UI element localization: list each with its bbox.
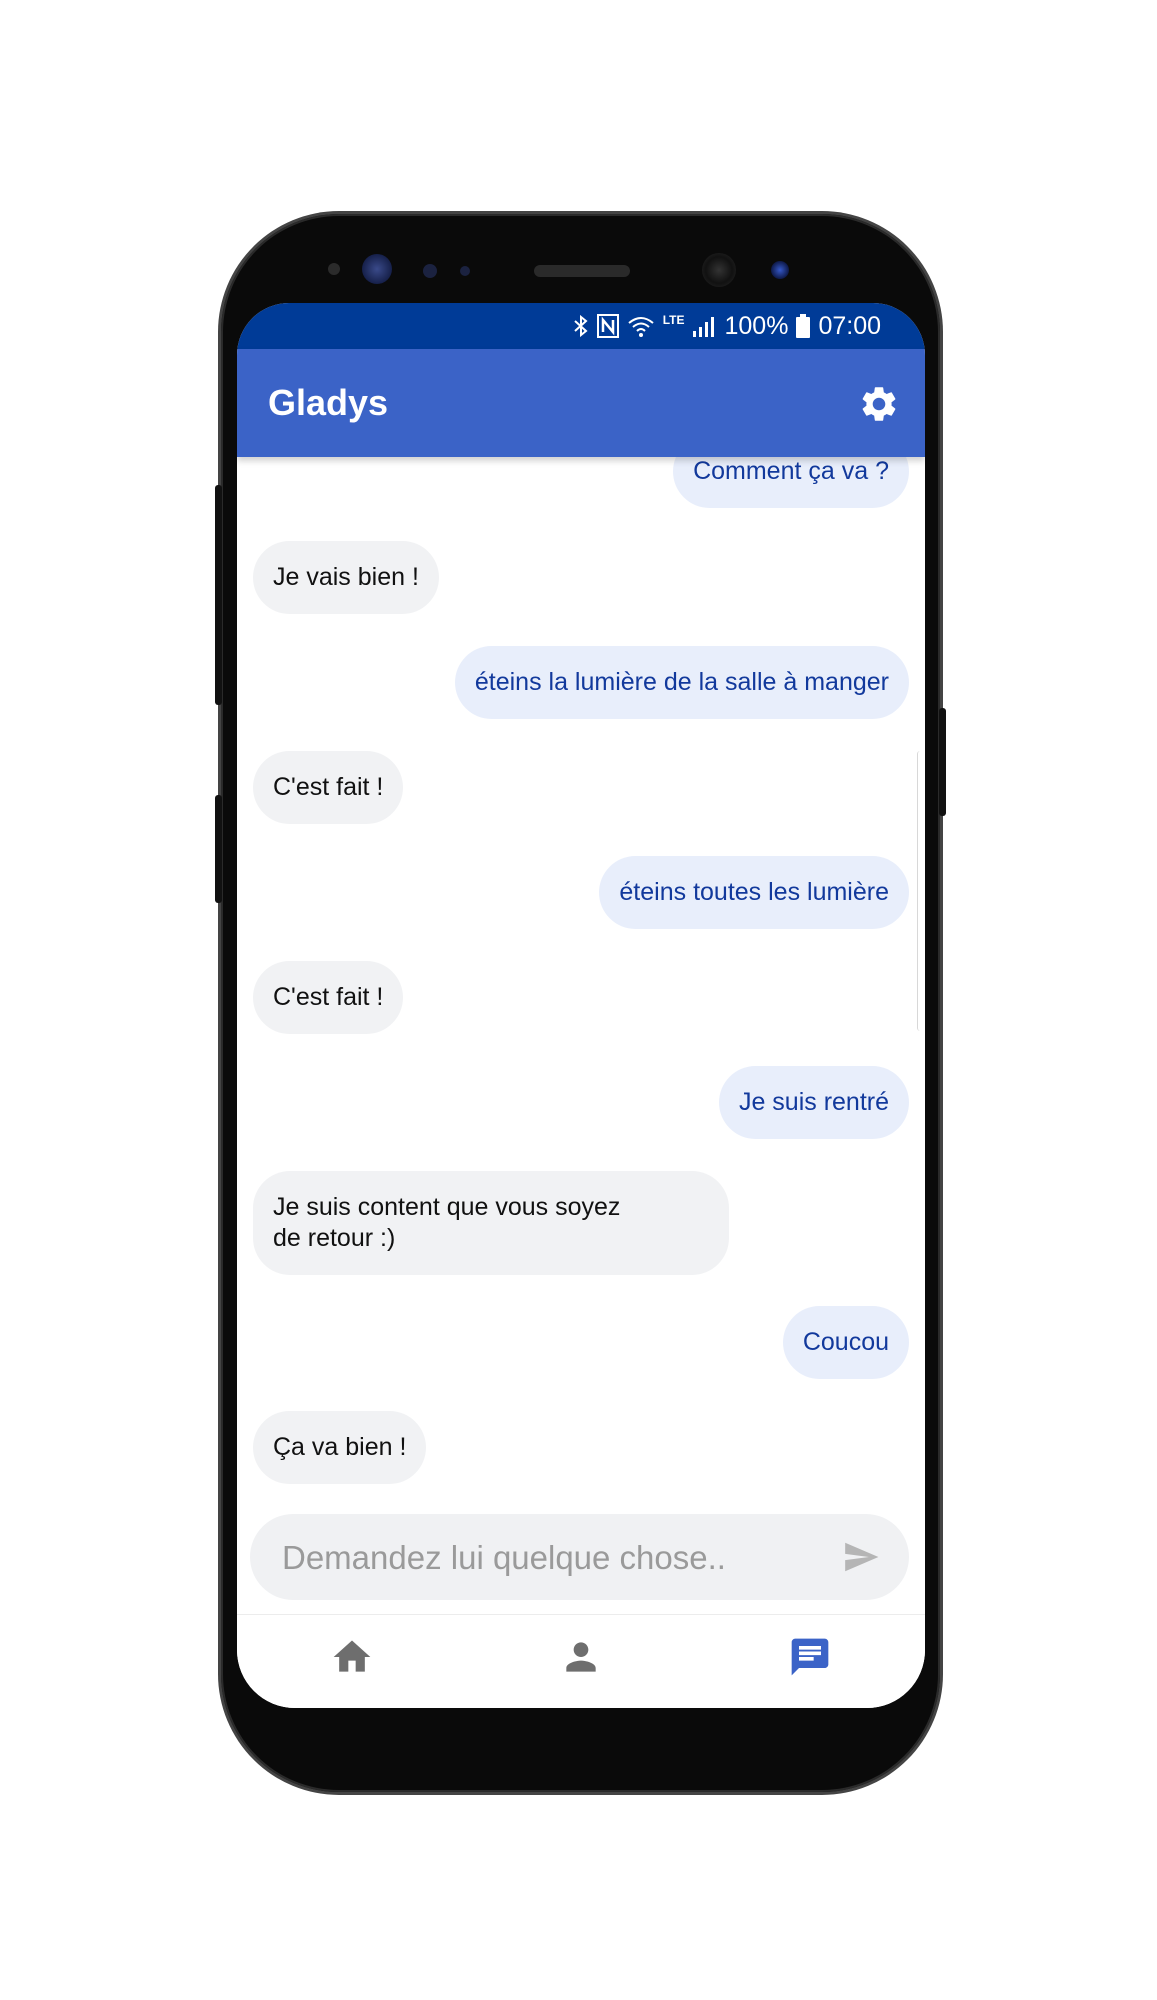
front-camera-icon (702, 253, 736, 287)
battery-percent: 100% (724, 311, 789, 340)
bluetooth-icon (574, 314, 588, 338)
bot-message: Ça va bien ! (253, 1411, 427, 1484)
send-button[interactable] (841, 1538, 881, 1576)
bot-message: Je suis content que vous soyez de retour… (253, 1171, 729, 1275)
home-icon (333, 1640, 371, 1672)
bot-message: Je vais bien ! (253, 541, 439, 614)
power-button (939, 708, 946, 816)
chat-thread[interactable]: Comment ça va ? Je vais bien ! éteins la… (237, 457, 925, 1497)
front-sensor-icon (771, 261, 789, 279)
user-message: éteins toutes les lumière (599, 856, 909, 929)
settings-button[interactable] (858, 383, 900, 425)
person-icon (566, 1642, 596, 1672)
nav-home[interactable] (330, 1635, 374, 1679)
network-type: LTE (662, 313, 685, 327)
scrollbar[interactable] (917, 751, 924, 1031)
nfc-icon (596, 314, 619, 338)
message-input[interactable] (280, 1514, 804, 1602)
wifi-icon (628, 317, 654, 337)
app-title: Gladys (268, 382, 389, 423)
user-message: Je suis rentré (718, 1066, 909, 1139)
chat-icon (791, 1638, 829, 1676)
bottom-navigation (237, 1614, 925, 1708)
gear-icon (862, 387, 896, 421)
phone-screen: LTE 100% 07:00 Gladys Comment ça va ? Je… (237, 303, 925, 1708)
volume-button (215, 795, 222, 903)
bot-message: C'est fait ! (253, 961, 404, 1034)
nav-profile[interactable] (559, 1635, 603, 1679)
iris-sensor-icon (328, 263, 340, 275)
signal-icon (693, 317, 715, 337)
proximity-sensor-icon (423, 264, 437, 278)
send-icon (845, 1542, 879, 1572)
user-message: Comment ça va ? (673, 457, 909, 508)
nav-chat[interactable] (788, 1635, 832, 1679)
status-icons: LTE 100% 07:00 (573, 311, 881, 341)
earpiece-speaker (534, 265, 630, 277)
bixby-button (215, 485, 222, 705)
bot-message: C'est fait ! (253, 751, 404, 824)
battery-icon (796, 314, 811, 338)
message-input-container (250, 1514, 909, 1602)
status-bar: LTE 100% 07:00 (237, 303, 925, 349)
user-message: Coucou (782, 1306, 909, 1379)
clock: 07:00 (818, 311, 881, 340)
light-sensor-icon (460, 266, 470, 276)
iris-camera-icon (362, 254, 392, 284)
app-bar: Gladys (237, 349, 925, 457)
user-message: éteins la lumière de la salle à manger (454, 646, 909, 719)
